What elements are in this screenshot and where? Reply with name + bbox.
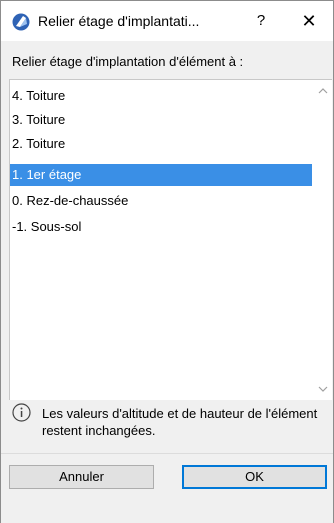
list-item[interactable]: -1. Sous-sol — [10, 216, 312, 238]
list-item[interactable]: 3. Toiture — [10, 109, 312, 131]
cancel-button[interactable]: Annuler — [9, 465, 154, 489]
vertical-scrollbar[interactable] — [315, 80, 332, 400]
ok-button[interactable]: OK — [182, 465, 327, 489]
list-item-selected[interactable]: 1. 1er étage — [10, 164, 312, 186]
scroll-up-arrow-icon[interactable] — [318, 87, 328, 95]
help-button[interactable]: ? — [251, 10, 271, 32]
title-bar[interactable]: Relier étage d'implantati... ? ✕ — [1, 1, 333, 41]
scroll-down-arrow-icon[interactable] — [318, 385, 328, 393]
list-item[interactable]: 2. Toiture — [10, 133, 312, 155]
info-message: Les valeurs d'altitude et de hauteur de … — [42, 406, 318, 438]
prompt-label: Relier étage d'implantation d'élément à … — [12, 54, 244, 69]
info-icon — [12, 403, 31, 422]
close-button[interactable]: ✕ — [297, 10, 321, 34]
list-item[interactable]: 0. Rez-de-chaussée — [10, 190, 312, 212]
archicad-app-icon — [12, 13, 30, 31]
window-title: Relier étage d'implantati... — [38, 13, 200, 29]
list-item[interactable]: 4. Toiture — [10, 85, 312, 107]
story-listbox[interactable]: 4. Toiture 3. Toiture 2. Toiture 1. 1er … — [9, 79, 332, 400]
button-bar: Annuler OK — [1, 453, 333, 523]
link-story-dialog: Relier étage d'implantati... ? ✕ Relier … — [0, 0, 334, 523]
